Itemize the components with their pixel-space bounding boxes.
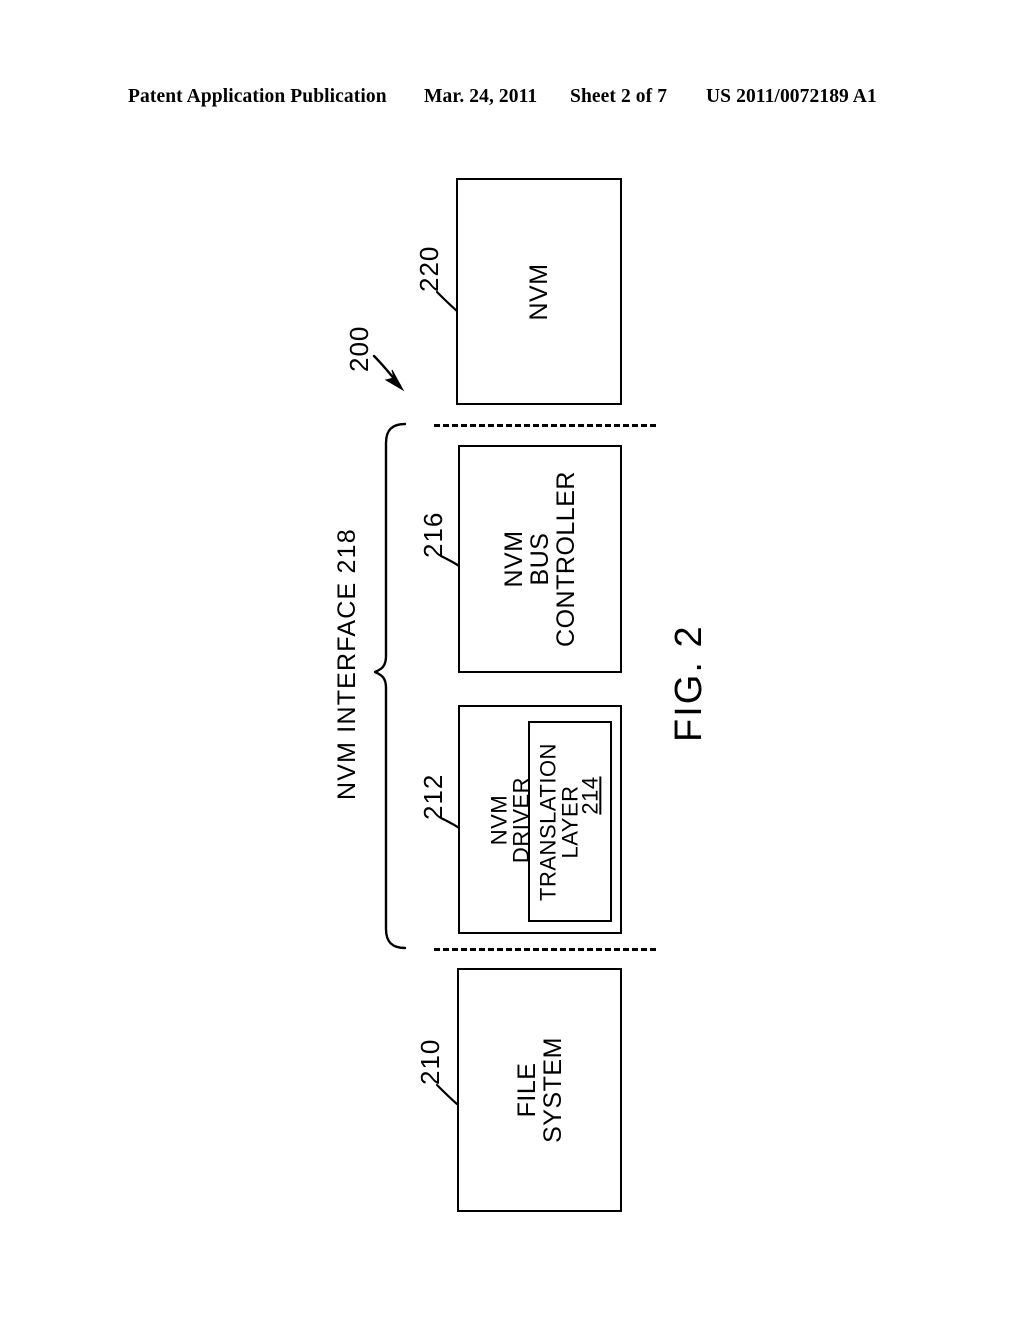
ref-numeral-216: 216 (418, 511, 448, 558)
leader-line-210 (435, 1083, 459, 1106)
block-nvm: NVM (456, 178, 622, 405)
block-nvm-driver: NVM DRIVER TRANSLATION LAYER 214 (458, 705, 622, 934)
divider-dashed-lower (434, 948, 656, 951)
leader-line-220 (435, 290, 459, 313)
block-translation-layer-ref: 214 (557, 776, 624, 867)
block-translation-layer: TRANSLATION LAYER 214 (528, 721, 612, 922)
ref-numeral-220: 220 (414, 245, 444, 292)
ref-numeral-212: 212 (418, 773, 448, 820)
ref-numeral-200: 200 (344, 325, 374, 372)
divider-dashed-upper (434, 424, 656, 427)
ref-numeral-214: 214 (577, 775, 603, 815)
block-nvm-bus-controller: NVM BUS CONTROLLER (458, 445, 622, 673)
figure-caption: FIG. 2 (668, 624, 710, 742)
block-file-system: FILE SYSTEM (457, 968, 622, 1212)
arrow-200-shaft (372, 354, 402, 388)
arrow-200-head (384, 369, 405, 392)
brace-nvm-interface (373, 422, 407, 950)
patent-figure-2: NVM 220 NVM BUS CONTROLLER 216 NVM DRIVE… (0, 0, 1024, 1320)
ref-numeral-210: 210 (415, 1038, 445, 1085)
block-file-system-label: FILE SYSTEM (512, 1037, 567, 1143)
block-nvm-bus-controller-label: NVM BUS CONTROLLER (500, 471, 580, 647)
block-nvm-label: NVM (525, 262, 553, 321)
block-nvm-driver-label: NVM DRIVER (486, 776, 535, 863)
group-label-nvm-interface: NVM INTERFACE 218 (333, 528, 361, 800)
